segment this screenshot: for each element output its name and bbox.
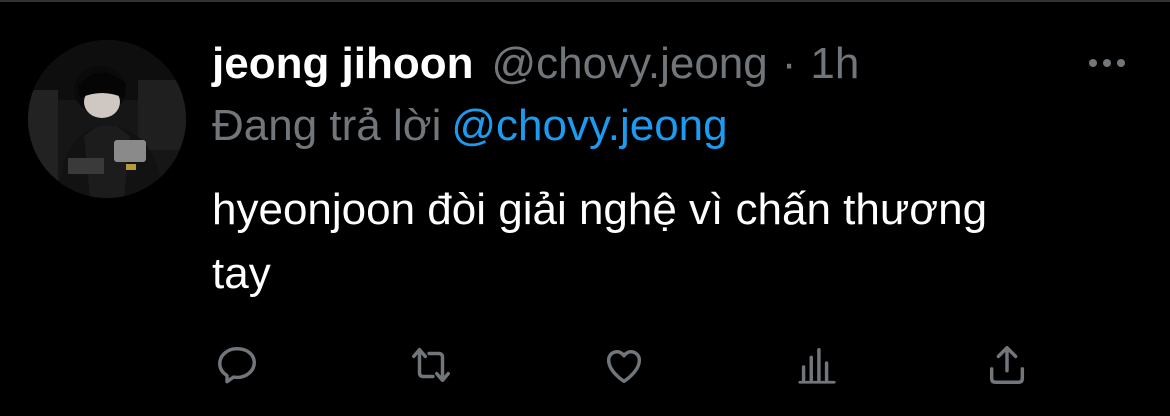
avatar-photo — [28, 40, 186, 198]
reply-icon — [218, 346, 256, 384]
tweet-header: jeong jihoon @chovy.jeong · 1h — [212, 36, 859, 92]
analytics-button[interactable] — [792, 340, 842, 390]
retweet-icon — [412, 347, 450, 383]
like-icon — [606, 350, 642, 384]
analytics-icon — [798, 347, 836, 384]
share-button[interactable] — [982, 340, 1032, 390]
display-name[interactable]: jeong jihoon — [212, 36, 474, 92]
retweet-button[interactable] — [406, 340, 456, 390]
tweet-text: hyeonjoon đòi giải nghệ vì chấn thương t… — [212, 185, 988, 298]
separator-dot: · — [781, 39, 797, 88]
like-button[interactable] — [599, 340, 649, 390]
more-icon — [1089, 59, 1125, 67]
author-handle[interactable]: @chovy.jeong — [492, 36, 768, 92]
share-icon — [989, 346, 1025, 384]
action-bar — [212, 340, 1042, 390]
timestamp[interactable]: 1h — [810, 36, 859, 92]
reply-mention-link[interactable]: @chovy.jeong — [451, 101, 727, 150]
more-options-button[interactable] — [1082, 48, 1132, 78]
reply-context: Đang trả lời @chovy.jeong — [212, 98, 728, 154]
reply-context-prefix: Đang trả lời — [212, 101, 442, 150]
tweet[interactable]: jeong jihoon @chovy.jeong · 1h Đang trả … — [0, 0, 1170, 416]
reply-button[interactable] — [212, 340, 262, 390]
avatar[interactable] — [28, 40, 186, 198]
